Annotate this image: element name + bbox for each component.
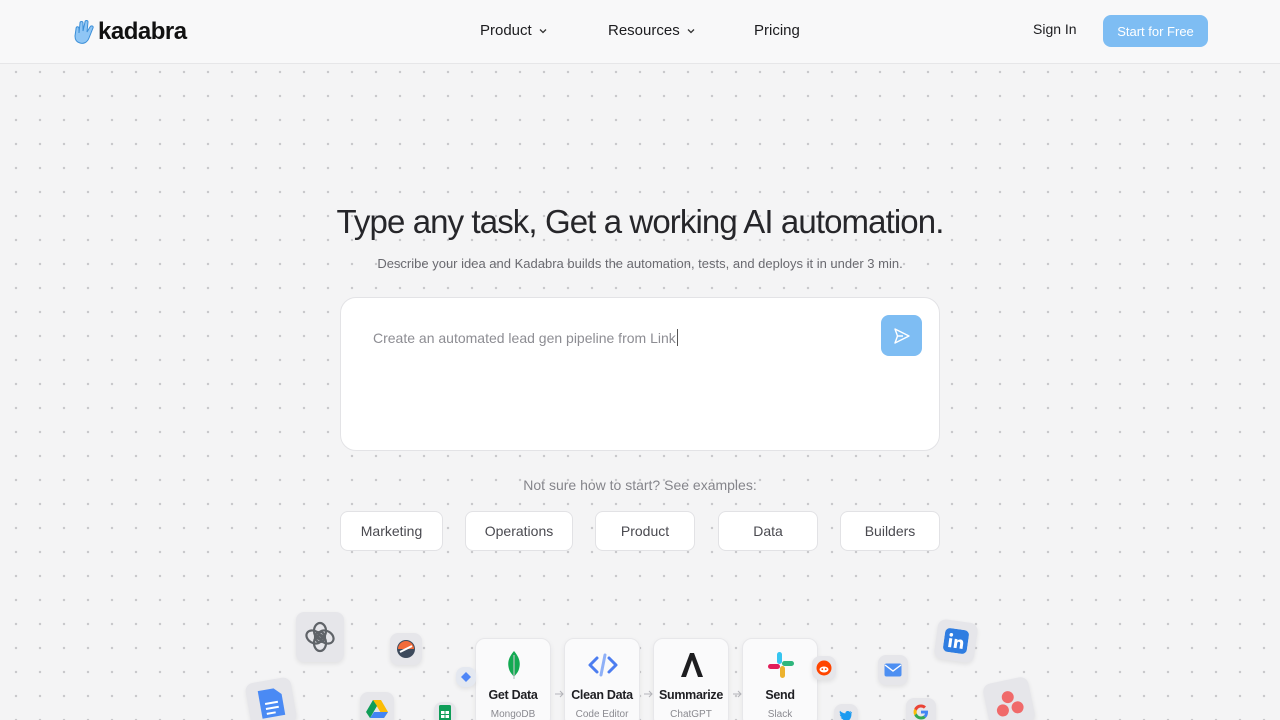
workflow-step-title: Clean Data	[571, 688, 633, 702]
nav-resources-label: Resources	[608, 22, 680, 39]
start-for-free-button[interactable]: Start for Free	[1103, 15, 1208, 47]
prompt-input-value[interactable]: Create an automated lead gen pipeline fr…	[373, 329, 678, 346]
sanity-icon	[390, 633, 422, 665]
nav-product-label: Product	[480, 22, 532, 39]
mongodb-icon	[508, 651, 520, 679]
google-drive-icon	[360, 692, 394, 720]
text-caret	[676, 329, 678, 346]
top-navbar: kadabra Product Resources Pricing Sign I…	[0, 0, 1280, 64]
workflow-step-send: Send Slack	[742, 638, 818, 720]
examples-label: Not sure how to start? See examples:	[523, 477, 757, 493]
code-icon	[588, 653, 618, 677]
workflow-step-app: Slack	[767, 709, 793, 720]
openai-icon	[296, 612, 344, 662]
twitter-icon	[834, 704, 858, 720]
slack-icon	[768, 652, 794, 678]
workflow-step-title: Send	[765, 688, 795, 702]
workflow-step-title: Summarize	[659, 688, 723, 702]
hand-logo-icon	[74, 20, 94, 44]
workflow-step-get-data: Get Data MongoDB	[475, 638, 551, 720]
brand-name: kadabra	[98, 18, 187, 45]
workflow-step-app: MongoDB	[490, 709, 536, 720]
nav-resources[interactable]: Resources	[608, 22, 696, 39]
brand-logo[interactable]: kadabra	[72, 18, 187, 46]
google-docs-icon	[244, 676, 298, 720]
nav-pricing[interactable]: Pricing	[754, 22, 800, 39]
task-prompt-textarea[interactable]: Create an automated lead gen pipeline fr…	[340, 297, 940, 451]
anthropic-icon	[681, 653, 703, 677]
chevron-down-icon	[539, 28, 547, 33]
diamond-icon	[456, 667, 476, 687]
workflow-step-title: Get Data	[488, 688, 538, 702]
nav-product[interactable]: Product	[480, 22, 548, 39]
reddit-icon	[812, 656, 836, 680]
sign-in-link[interactable]: Sign In	[1033, 21, 1077, 37]
send-button[interactable]	[881, 315, 922, 356]
prompt-text: Create an automated lead gen pipeline fr…	[373, 330, 676, 346]
example-chip-marketing[interactable]: Marketing	[340, 511, 443, 551]
hero-subtitle: Describe your idea and Kadabra builds th…	[377, 256, 903, 271]
workflow-step-app: ChatGPT	[670, 709, 712, 720]
chevron-down-icon	[687, 28, 695, 33]
workflow-step-app: Code Editor	[575, 709, 629, 720]
example-chip-operations[interactable]: Operations	[465, 511, 573, 551]
example-chip-product[interactable]: Product	[595, 511, 695, 551]
nav-pricing-label: Pricing	[754, 22, 800, 39]
linkedin-icon	[933, 618, 979, 664]
hero-title: Type any task, Get a working AI automati…	[336, 203, 945, 240]
google-icon	[906, 698, 936, 720]
workflow-step-summarize: Summarize ChatGPT	[653, 638, 729, 720]
send-icon	[893, 327, 910, 344]
email-icon	[878, 655, 908, 685]
google-sheets-icon	[434, 702, 456, 720]
example-chip-builders[interactable]: Builders	[840, 511, 940, 551]
workflow-step-clean-data: Clean Data Code Editor	[564, 638, 640, 720]
example-chip-data[interactable]: Data	[718, 511, 818, 551]
asana-icon	[981, 675, 1037, 720]
